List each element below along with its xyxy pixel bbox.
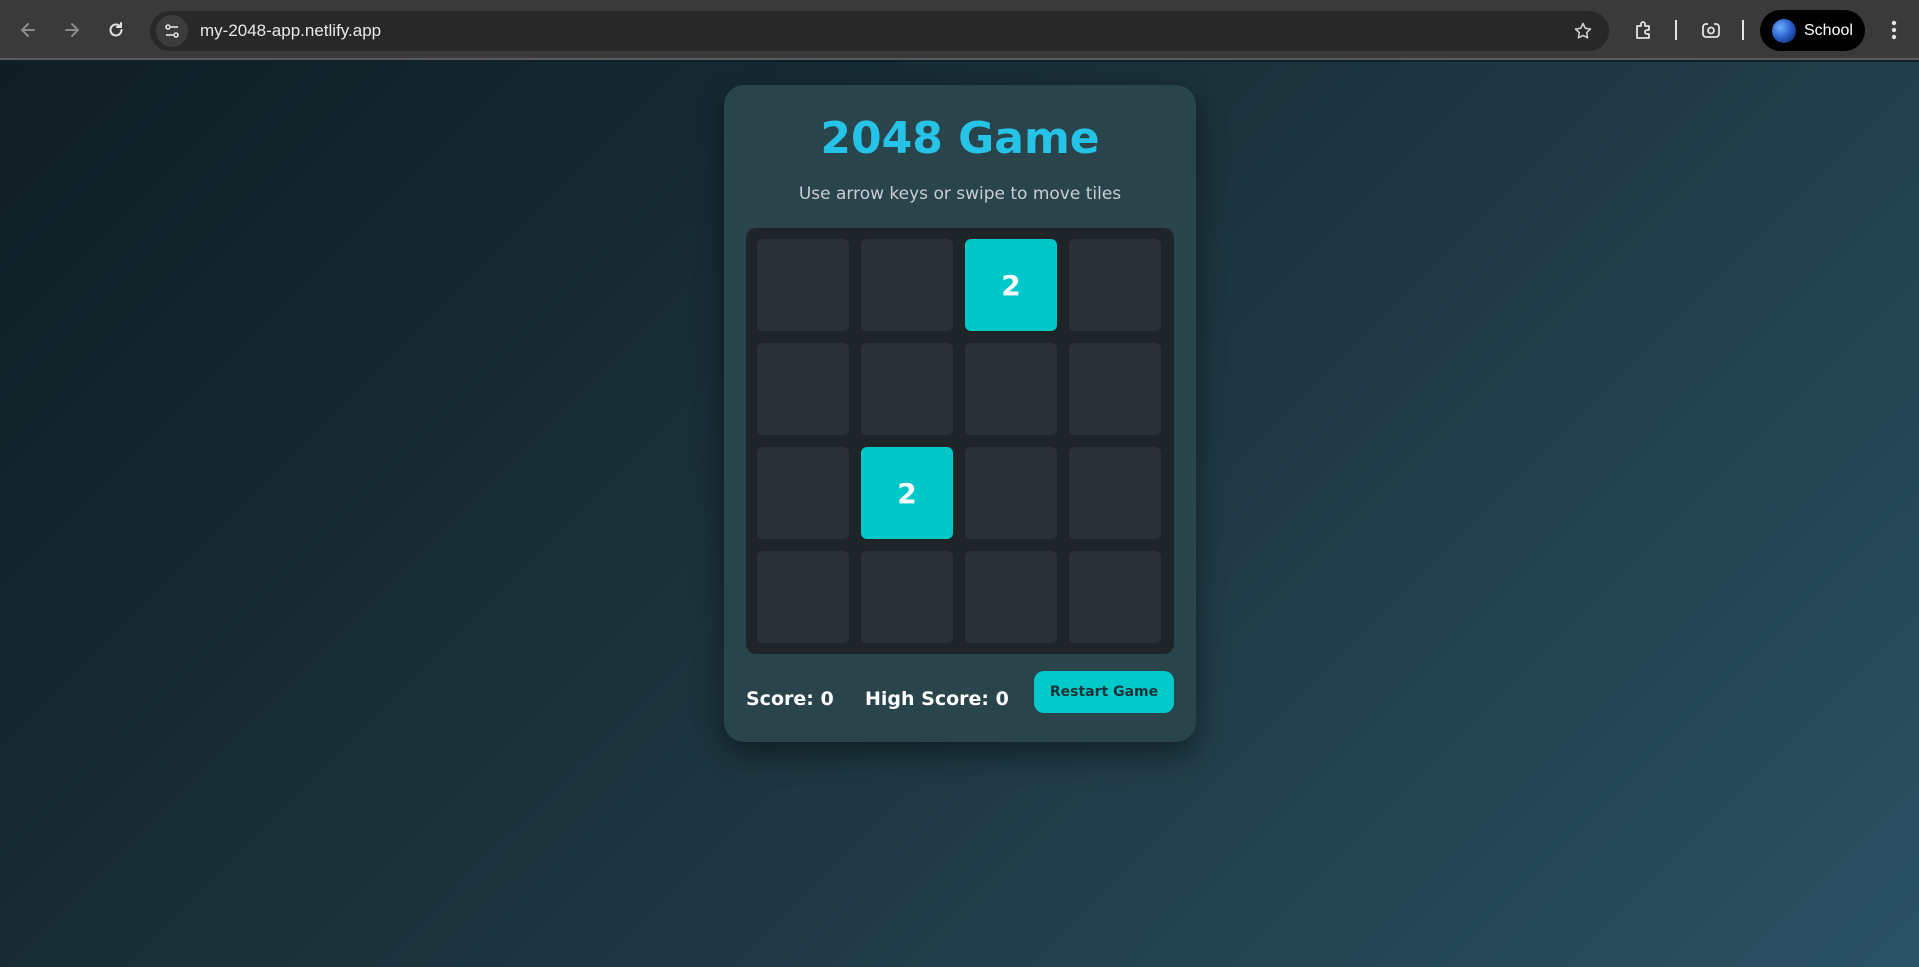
profile-button[interactable]: School xyxy=(1760,10,1865,51)
address-bar[interactable]: my-2048-app.netlify.app xyxy=(150,11,1609,51)
tile-2: 2 xyxy=(965,239,1057,331)
empty-cell xyxy=(757,343,849,435)
score-display: Score: 0 xyxy=(746,688,834,710)
empty-cell xyxy=(861,239,953,331)
empty-cell xyxy=(861,551,953,643)
high-score-display: High Score: 0 xyxy=(865,688,1009,710)
empty-cell xyxy=(1069,343,1161,435)
arrow-left-icon[interactable] xyxy=(12,14,44,46)
empty-cell xyxy=(1069,239,1161,331)
toolbar-divider xyxy=(1675,20,1677,40)
empty-cell xyxy=(965,551,1057,643)
restart-button[interactable]: Restart Game xyxy=(1034,671,1174,713)
empty-cell xyxy=(1069,447,1161,539)
page-background: 2048 Game Use arrow keys or swipe to mov… xyxy=(0,62,1919,967)
empty-cell xyxy=(861,343,953,435)
star-icon[interactable] xyxy=(1571,19,1595,43)
profile-name: School xyxy=(1804,21,1853,39)
empty-cell xyxy=(965,343,1057,435)
toolbar-divider xyxy=(1742,20,1744,40)
browser-toolbar: my-2048-app.netlify.app School xyxy=(0,0,1919,60)
kebab-menu-icon[interactable] xyxy=(1880,16,1908,44)
page-title: 2048 Game xyxy=(820,113,1100,164)
empty-cell xyxy=(757,239,849,331)
game-card: 2048 Game Use arrow keys or swipe to mov… xyxy=(724,85,1196,742)
empty-cell xyxy=(757,447,849,539)
arrow-right-icon[interactable] xyxy=(56,14,88,46)
avatar xyxy=(1772,18,1796,43)
lens-icon[interactable] xyxy=(1697,16,1725,44)
tile-2: 2 xyxy=(861,447,953,539)
game-board[interactable]: 22 xyxy=(746,228,1174,654)
empty-cell xyxy=(1069,551,1161,643)
empty-cell xyxy=(757,551,849,643)
instructions-text: Use arrow keys or swipe to move tiles xyxy=(798,184,1122,204)
url-text[interactable]: my-2048-app.netlify.app xyxy=(200,21,381,41)
empty-cell xyxy=(965,447,1057,539)
puzzle-icon[interactable] xyxy=(1630,16,1658,44)
reload-icon[interactable] xyxy=(100,14,132,46)
tune-icon[interactable] xyxy=(156,15,188,47)
